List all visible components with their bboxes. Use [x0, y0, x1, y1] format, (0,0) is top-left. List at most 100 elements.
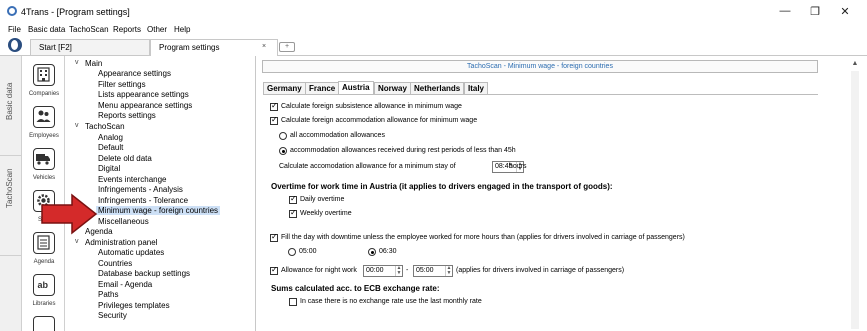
spinner-icon[interactable]: ▲ ▼: [445, 266, 452, 276]
tree-item-selected[interactable]: Minimum wage - foreign countries: [96, 206, 221, 215]
tree-item[interactable]: Filter settings: [98, 80, 146, 89]
tab-france[interactable]: France: [305, 82, 340, 94]
austria-panel: Calculate foreign subsistence allowance …: [263, 94, 818, 331]
weekly-overtime-label: Weekly overtime: [300, 210, 352, 217]
menu-basic-data[interactable]: Basic data: [28, 25, 65, 34]
vertical-module-strip: Basic data TachoScan: [0, 56, 22, 331]
menu-bar: File Basic data TachoScan Reports Other …: [0, 22, 867, 36]
tab-austria[interactable]: Austria: [338, 81, 374, 94]
sidebar-label-vehicles: Vehicles: [32, 175, 56, 181]
tree-item[interactable]: Delete old data: [98, 154, 152, 163]
menu-file[interactable]: File: [8, 25, 21, 34]
tree-item[interactable]: Email - Agenda: [98, 280, 152, 289]
restore-button[interactable]: ❐: [807, 5, 823, 18]
tree-item[interactable]: Menu appearance settings: [98, 101, 192, 110]
tree-item[interactable]: Miscellaneous: [98, 217, 149, 226]
min-stay-unit: hours: [509, 163, 527, 170]
tree-node-tachoscan[interactable]: TachoScan: [85, 122, 125, 131]
truck-icon: [33, 148, 55, 170]
chevron-down-icon[interactable]: v: [75, 238, 79, 245]
tree-item[interactable]: Digital: [98, 164, 120, 173]
ecb-label: In case there is no exchange rate use th…: [300, 298, 482, 305]
grid-icon: [33, 316, 55, 331]
vtab-basic-data-label: Basic data: [5, 82, 14, 120]
tree-item[interactable]: Default: [98, 143, 123, 152]
rest-periods-radio[interactable]: [279, 147, 287, 155]
tree-item[interactable]: Events interchange: [98, 175, 167, 184]
night-from-input[interactable]: 00:00 ▲ ▼: [363, 265, 403, 277]
tree-item[interactable]: Reports settings: [98, 111, 156, 120]
scroll-up-icon[interactable]: ▲: [850, 60, 860, 70]
tree-item[interactable]: Security: [98, 311, 127, 320]
title-bar: 4Trans - [Program settings] — ❐ ✕: [0, 0, 867, 22]
tree-item[interactable]: Database backup settings: [98, 269, 190, 278]
tab-germany[interactable]: Germany: [263, 82, 306, 94]
minimize-button[interactable]: —: [777, 5, 793, 17]
tab-italy[interactable]: Italy: [464, 82, 489, 94]
menu-reports[interactable]: Reports: [113, 25, 141, 34]
daily-overtime-checkbox[interactable]: [289, 194, 297, 204]
close-button[interactable]: ✕: [837, 5, 853, 18]
tree-item[interactable]: Lists appearance settings: [98, 90, 189, 99]
sidebar-label-libraries: Libraries: [32, 301, 56, 307]
vertical-scrollbar[interactable]: [851, 71, 859, 329]
window-title: 4Trans - [Program settings]: [21, 7, 130, 17]
sidebar-item-more[interactable]: [23, 312, 65, 331]
menu-other[interactable]: Other: [147, 25, 167, 34]
people-icon: [33, 106, 55, 128]
tree-item[interactable]: Appearance settings: [98, 69, 171, 78]
radio-0500[interactable]: [288, 248, 296, 256]
page-title: TachoScan - Minimum wage - foreign count…: [262, 60, 818, 73]
ecb-checkbox[interactable]: [289, 298, 297, 306]
settings-content: TachoScan - Minimum wage - foreign count…: [257, 56, 867, 331]
menu-help[interactable]: Help: [174, 25, 190, 34]
svg-text:ab: ab: [38, 280, 49, 290]
tab-norway[interactable]: Norway: [374, 82, 411, 94]
vtab-tachoscan[interactable]: TachoScan: [0, 156, 22, 256]
accommodation-checkbox[interactable]: [270, 115, 278, 125]
tree-node-main[interactable]: Main: [85, 59, 102, 68]
tree-item[interactable]: Privileges templates: [98, 301, 170, 310]
night-to-value: 05:00: [416, 267, 434, 274]
tree-item[interactable]: Infringements - Analysis: [98, 185, 183, 194]
tab-program-settings[interactable]: Program settings: [150, 39, 278, 56]
sidebar-label-employees: Employees: [29, 133, 59, 139]
tab-netherlands[interactable]: Netherlands: [410, 82, 465, 94]
rest-periods-label: accommodation allowances received during…: [290, 147, 516, 154]
vtab-basic-data[interactable]: Basic data: [0, 56, 22, 156]
menu-tachoscan[interactable]: TachoScan: [69, 25, 109, 34]
building-icon: [33, 64, 55, 86]
radio-0630[interactable]: [368, 248, 376, 256]
all-allowances-label: all accommodation allowances: [290, 132, 385, 139]
night-from-value: 00:00: [366, 267, 384, 274]
all-allowances-radio[interactable]: [279, 132, 287, 140]
night-note: (applies for drivers involved in carriag…: [456, 267, 625, 274]
tab-close-icon[interactable]: ×: [262, 43, 266, 50]
night-work-label: Allowance for night work: [281, 267, 357, 274]
night-work-checkbox[interactable]: [270, 265, 278, 275]
subsistence-checkbox[interactable]: [270, 101, 278, 111]
overtime-heading: Overtime for work time in Austria (it ap…: [271, 182, 613, 191]
radio-0630-label: 06:30: [379, 248, 397, 255]
spinner-icon[interactable]: ▲ ▼: [395, 266, 402, 276]
vtab-tachoscan-label: TachoScan: [5, 168, 14, 208]
tree-item[interactable]: Countries: [98, 259, 132, 268]
tree-item[interactable]: Automatic updates: [98, 248, 164, 257]
tree-node-administration[interactable]: Administration panel: [85, 238, 157, 247]
tree-item[interactable]: Infringements - Tolerance: [98, 196, 188, 205]
weekly-overtime-checkbox[interactable]: [289, 208, 297, 218]
agenda-icon: [33, 232, 55, 254]
night-to-input[interactable]: 05:00 ▲ ▼: [413, 265, 453, 277]
ecb-heading: Sums calculated acc. to ECB exchange rat…: [271, 284, 440, 293]
new-tab-button[interactable]: +: [279, 42, 295, 52]
tree-item[interactable]: Paths: [98, 290, 118, 299]
subsistence-label: Calculate foreign subsistence allowance …: [281, 103, 462, 110]
daily-overtime-label: Daily overtime: [300, 196, 345, 203]
fill-day-checkbox[interactable]: [270, 232, 278, 242]
tree-item[interactable]: Analog: [98, 133, 123, 142]
fill-day-label: Fill the day with downtime unless the em…: [281, 234, 685, 241]
chevron-down-icon[interactable]: v: [75, 59, 79, 66]
sidebar-label-companies: Companies: [28, 91, 60, 97]
chevron-down-icon[interactable]: v: [75, 122, 79, 129]
tab-start[interactable]: Start [F2]: [30, 39, 150, 55]
